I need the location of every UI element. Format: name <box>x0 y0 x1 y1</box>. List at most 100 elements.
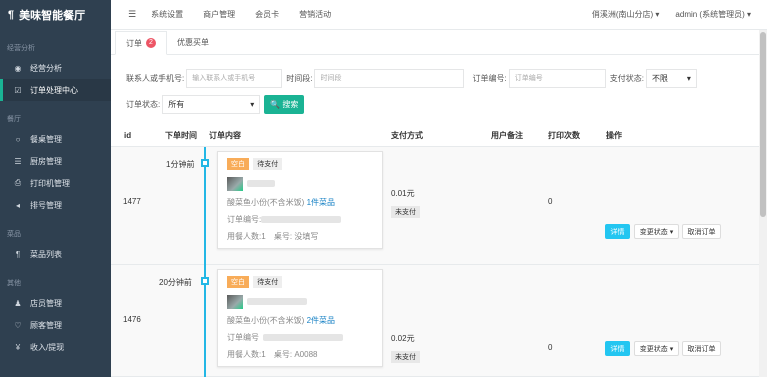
detail-button[interactable]: 详情 <box>605 341 630 356</box>
caret-down-icon: ▾ <box>686 73 691 83</box>
contact-input[interactable]: 输入联系人或手机号 <box>186 68 283 88</box>
user-icon: ♟ <box>14 298 22 308</box>
circle-icon: ○ <box>15 134 21 144</box>
list-icon: ☰ <box>14 156 22 166</box>
sidebar-item-label: 订单处理中心 <box>30 85 78 95</box>
sidebar-item-order-center[interactable]: ☑ 订单处理中心 <box>0 79 111 101</box>
blurred-order-no <box>263 334 343 341</box>
diners-line: 用餐人数:1 桌号: A0088 <box>227 349 373 360</box>
customer-row <box>227 294 373 309</box>
sidebar-item-printers[interactable]: ⎙ 打印机管理 <box>0 172 111 194</box>
sidebar-item-queue[interactable]: ◂ 排号管理 <box>0 194 111 216</box>
contact-label: 联系人或手机号: <box>126 73 185 83</box>
menu-icon[interactable]: ☰ <box>128 9 136 20</box>
order-no-label: 订单编号: <box>472 73 507 83</box>
order-status-label: 订单状态: <box>126 99 161 109</box>
order-card[interactable]: 空白 待支付 酸菜鱼小份(不含米饭) 1件菜品 订单编号: 用餐人数:1 桌号:… <box>217 151 383 249</box>
sidebar-item-kitchen[interactable]: ☰ 厨房管理 <box>0 150 111 172</box>
col-time: 下单时间 <box>165 131 197 140</box>
order-no-label: 订单编号: <box>227 215 262 224</box>
dish-line: 酸菜鱼小份(不含米饭) 1件菜品 <box>227 197 373 208</box>
vertical-scrollbar[interactable] <box>759 30 767 377</box>
order-status-select[interactable]: 所有 ▾ <box>162 94 261 114</box>
detail-button[interactable]: 详情 <box>605 224 630 239</box>
print-count: 0 <box>548 197 553 206</box>
time-range-input[interactable]: 时间段 <box>314 68 465 88</box>
sidebar-item-tables[interactable]: ○ 餐桌管理 <box>0 128 111 150</box>
col-content: 订单内容 <box>209 131 241 140</box>
tab-label: 优惠买单 <box>177 37 209 47</box>
tab-label: 订单 <box>126 38 142 48</box>
table-row: 20分钟前 1476 空白 待支付 酸菜鱼小份(不含米饭) 2件菜品 订单编号 … <box>111 265 759 377</box>
sidebar-item-customers[interactable]: ♡ 顾客管理 <box>0 314 111 336</box>
sidebar: ¶ 美味智能餐厅 经营分析 ◉ 经营分析 ☑ 订单处理中心 餐厅 ○ 餐桌管理 … <box>0 0 111 377</box>
top-nav: ☰ 系统设置 商户管理 会员卡 营销活动 俏溪洲(南山分店) ▾ admin (… <box>111 0 767 30</box>
time-label: 时间段: <box>286 73 313 83</box>
dish-name: 酸菜鱼小份(不含米饭) <box>227 198 305 207</box>
sidebar-item-staff[interactable]: ♟ 店员管理 <box>0 292 111 314</box>
table-no: 桌号: A0088 <box>273 350 318 359</box>
print-count: 0 <box>548 343 553 352</box>
order-no-line: 订单编号 <box>227 332 373 343</box>
heart-icon: ♡ <box>14 320 22 330</box>
pay-status-select[interactable]: 不限 ▾ <box>645 68 697 88</box>
search-button[interactable]: 🔍 搜索 <box>264 94 305 114</box>
table-row: 1分钟前 1477 空白 待支付 酸菜鱼小份(不含米饭) 1件菜品 订单编号: … <box>111 147 759 265</box>
blurred-name <box>247 298 307 305</box>
sidebar-item-dishes[interactable]: ¶ 菜品列表 <box>0 243 111 265</box>
dish-count[interactable]: 1件菜品 <box>307 198 335 207</box>
sidebar-item-income[interactable]: ¥ 收入/提现 <box>0 336 111 358</box>
dish-line: 酸菜鱼小份(不含米饭) 2件菜品 <box>227 315 373 326</box>
sidebar-item-label: 店员管理 <box>30 298 62 308</box>
store-dropdown[interactable]: 俏溪洲(南山分店) ▾ <box>592 9 660 20</box>
order-count-badge: 2 <box>146 38 156 48</box>
nav-link-member-card[interactable]: 会员卡 <box>255 9 279 20</box>
order-no-label: 订单编号 <box>227 333 259 342</box>
sidebar-group-title: 餐厅 <box>7 116 21 123</box>
user-dropdown[interactable]: admin (系统管理员) ▾ <box>675 9 751 20</box>
sidebar-group-title: 经营分析 <box>7 45 35 52</box>
nav-link-settings[interactable]: 系统设置 <box>151 9 183 20</box>
sidebar-item-label: 顾客管理 <box>30 320 62 330</box>
col-actions: 操作 <box>606 131 622 140</box>
sidebar-item-label: 收入/提现 <box>30 342 65 352</box>
bullhorn-icon: ◂ <box>15 200 20 210</box>
tab-orders[interactable]: 订单 2 <box>115 31 167 55</box>
timeline-dot <box>201 277 209 285</box>
cancel-order-button[interactable]: 取消订单 <box>682 341 721 356</box>
diners: 用餐人数:1 <box>227 350 266 359</box>
scrollbar-thumb[interactable] <box>760 32 766 217</box>
table-header: id 下单时间 订单内容 支付方式 用户备注 打印次数 操作 <box>111 125 759 147</box>
print-icon: ⎙ <box>14 178 22 187</box>
pay-status-badge: 未支付 <box>391 206 420 218</box>
dish-name: 酸菜鱼小份(不含米饭) <box>227 316 305 325</box>
brand[interactable]: ¶ 美味智能餐厅 <box>0 0 111 30</box>
col-note: 用户备注 <box>491 131 523 140</box>
order-no-input[interactable]: 订单编号 <box>508 68 606 88</box>
col-print-count: 打印次数 <box>548 131 580 140</box>
cancel-order-button[interactable]: 取消订单 <box>682 224 721 239</box>
pay-status-value: 不限 <box>651 73 668 83</box>
dish-count[interactable]: 2件菜品 <box>307 316 335 325</box>
order-tag: 空白 <box>227 276 249 288</box>
order-card[interactable]: 空白 待支付 酸菜鱼小份(不含米饭) 2件菜品 订单编号 用餐人数:1 桌号: … <box>217 269 383 367</box>
order-amount: 0.01元 <box>391 189 415 198</box>
sidebar-item-label: 菜品列表 <box>30 249 62 259</box>
blurred-order-no <box>261 216 342 223</box>
order-id: 1476 <box>123 315 141 324</box>
tab-bar: 订单 2 优惠买单 <box>111 30 759 55</box>
pay-status-label: 支付状态: <box>609 73 644 83</box>
sidebar-item-analysis[interactable]: ◉ 经营分析 <box>0 57 111 79</box>
top-nav-right: 俏溪洲(南山分店) ▾ admin (系统管理员) ▾ <box>592 9 767 20</box>
change-status-button[interactable]: 变更状态 ▾ <box>634 224 679 239</box>
diners-line: 用餐人数:1 桌号: 没填写 <box>227 231 373 242</box>
order-id: 1477 <box>123 197 141 206</box>
nav-link-marketing[interactable]: 营销活动 <box>299 9 331 20</box>
nav-link-merchants[interactable]: 商户管理 <box>203 9 235 20</box>
cutlery-icon: ¶ <box>15 249 21 259</box>
tab-discount-pay[interactable]: 优惠买单 <box>167 30 219 54</box>
blurred-name <box>247 180 275 187</box>
pay-status-badge: 未支付 <box>391 351 420 363</box>
sidebar-item-label: 打印机管理 <box>30 178 70 188</box>
change-status-button[interactable]: 变更状态 ▾ <box>634 341 679 356</box>
